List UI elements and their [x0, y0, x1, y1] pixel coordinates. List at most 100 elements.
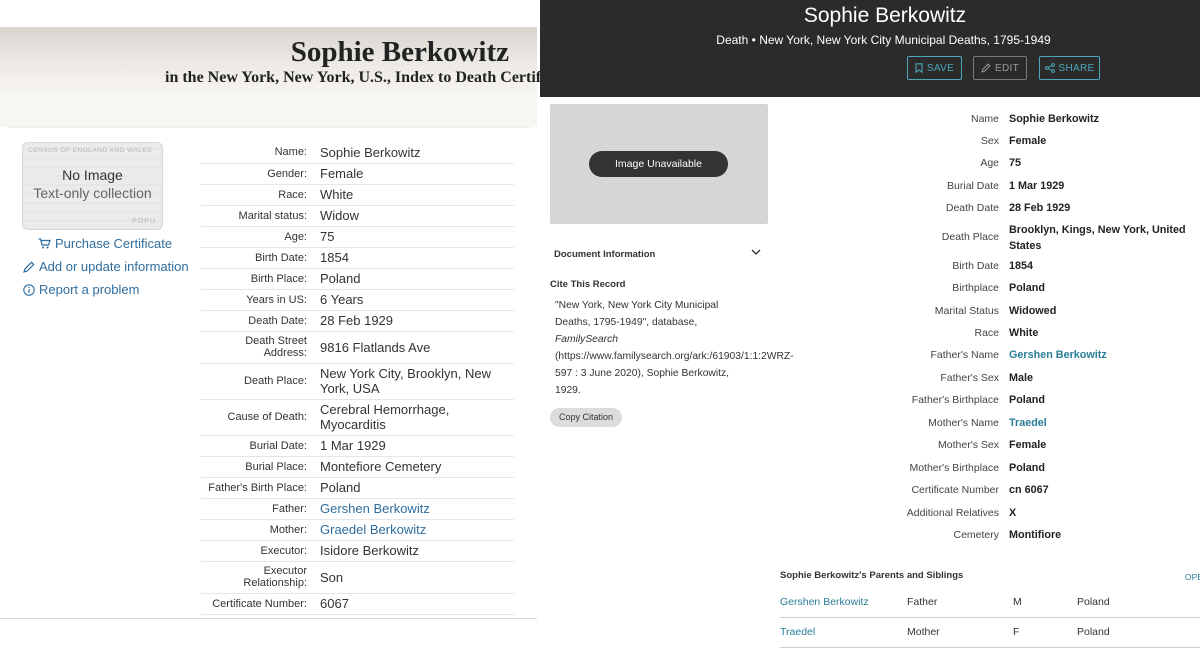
share-button[interactable]: SHARE — [1039, 56, 1100, 80]
field-label: Death Place: — [201, 363, 320, 400]
field-label: Gender: — [201, 163, 320, 185]
save-button[interactable]: SAVE — [907, 56, 962, 80]
sex: M — [1013, 596, 1022, 608]
thumbnail-ghost-text-bottom: POPU — [132, 218, 156, 225]
record-row: Birth Date: 1854 — [201, 247, 514, 269]
field-value: 9816 Flatlands Ave — [320, 331, 514, 364]
field-label: Death Street Address: — [201, 331, 320, 364]
field-value: 1854 — [1009, 260, 1034, 272]
field-value: 75 — [1009, 157, 1022, 169]
text-only-label: Text-only collection — [33, 185, 152, 201]
field-label: Mother's Birthplace — [909, 462, 999, 474]
field-value: Female — [320, 163, 514, 185]
field-label: Race — [974, 327, 999, 339]
relative-row: Traedel Mother F Poland — [780, 618, 1200, 648]
edit-button[interactable]: EDIT — [973, 56, 1027, 80]
field-value: Female — [1009, 439, 1047, 451]
field-label: Certificate Number: — [201, 593, 320, 615]
field-label: Mother's Name — [928, 417, 999, 429]
field-label: Name — [970, 113, 999, 125]
birthplace: Poland — [1077, 626, 1110, 638]
field-label: Father: — [201, 498, 320, 520]
familysearch-record-panel: Sophie Berkowitz Death • New York, New Y… — [540, 0, 1200, 653]
record-image-thumbnail[interactable]: CENSUS OF ENGLAND AND WALES No Image Tex… — [22, 142, 163, 230]
field-value: Sophie Berkowitz — [1009, 113, 1099, 125]
record-row: Father's Birth Place: Poland — [201, 477, 514, 499]
record-row: Name: Sophie Berkowitz — [201, 142, 514, 164]
record-header-bar: Sophie Berkowitz Death • New York, New Y… — [540, 0, 1200, 97]
field-label: Additional Relatives — [906, 507, 999, 519]
pencil-icon — [23, 260, 35, 273]
relative-name-link[interactable]: Gershen Berkowitz — [780, 596, 869, 608]
field-label: Years in US: — [201, 289, 320, 311]
field-value: 6 Years — [320, 289, 514, 311]
record-row: Burial Place: Montefiore Cemetery — [201, 456, 514, 478]
field-value: Cerebral Hemorrhage, Myocarditis — [320, 399, 514, 436]
document-information-toggle[interactable]: Document Information — [554, 249, 655, 260]
field-label: Death Place — [941, 231, 999, 243]
open-all-link[interactable]: OPE — [1185, 572, 1200, 582]
record-row: Executor: Isidore Berkowitz — [201, 540, 514, 562]
relative-link[interactable]: Traedel — [1009, 417, 1047, 429]
field-label: Father's Sex — [940, 372, 999, 384]
record-row: Race: White — [201, 184, 514, 206]
field-label: Father's Birthplace — [911, 394, 999, 406]
relationship: Mother — [907, 626, 940, 638]
field-value: Montifiore — [1009, 529, 1062, 541]
field-value: Son — [320, 561, 514, 594]
field-label: Age — [980, 157, 999, 169]
record-row: Father: Gershen Berkowitz — [201, 498, 514, 520]
field-label: Executor: — [201, 540, 320, 562]
record-header: Sophie Berkowitz in the New York, New Yo… — [0, 27, 540, 127]
record-row: Gender: Female — [201, 163, 514, 185]
field-value: 1 Mar 1929 — [1009, 180, 1065, 192]
relative-link[interactable]: Graedel Berkowitz — [320, 519, 514, 541]
field-label: Sex — [980, 135, 999, 147]
field-label: Cemetery — [953, 529, 999, 541]
field-value: Brooklyn, Kings, New York, United States — [1009, 224, 1186, 252]
record-row: Burial Date: 1 Mar 1929 — [201, 435, 514, 457]
field-value: X — [1009, 507, 1017, 519]
citation-source: FamilySearch — [555, 334, 618, 345]
field-value: New York City, Brooklyn, New York, USA — [320, 363, 514, 400]
citation-part1: "New York, New York City Municipal Death… — [555, 300, 719, 328]
relative-link[interactable]: Gershen Berkowitz — [1009, 349, 1107, 361]
divider — [0, 618, 537, 619]
field-value: Widow — [320, 205, 514, 227]
add-update-info-label: Add or update information — [39, 259, 189, 274]
record-row: Mother: Graedel Berkowitz — [201, 519, 514, 541]
field-value: cn 6067 — [1009, 484, 1049, 496]
purchase-certificate-link[interactable]: Purchase Certificate — [38, 236, 172, 251]
field-value: Poland — [320, 268, 514, 290]
field-value: Poland — [320, 477, 514, 499]
copy-citation-button[interactable]: Copy Citation — [550, 408, 622, 427]
cart-icon — [38, 238, 51, 249]
ancestry-record-panel: Sophie Berkowitz in the New York, New Yo… — [0, 0, 540, 653]
chevron-down-icon[interactable] — [751, 248, 761, 256]
field-value: Poland — [1009, 394, 1045, 406]
share-label: SHARE — [1058, 62, 1095, 74]
bookmark-icon — [915, 63, 923, 73]
relative-link[interactable]: Gershen Berkowitz — [320, 498, 514, 520]
no-image-label: No Image — [62, 167, 123, 183]
field-label: Birth Date — [952, 260, 999, 272]
field-label: Mother: — [201, 519, 320, 541]
field-label: Burial Date: — [201, 435, 320, 457]
relative-name-link[interactable]: Traedel — [780, 626, 815, 638]
sex: F — [1013, 626, 1020, 638]
report-problem-link[interactable]: Report a problem — [23, 282, 139, 297]
cite-record-heading: Cite This Record — [550, 279, 626, 290]
field-value: Male — [1009, 372, 1034, 384]
info-icon — [23, 283, 35, 296]
record-row: Certificate Number: 6067 — [201, 593, 514, 615]
pencil-icon — [981, 63, 991, 73]
field-label: Burial Date — [947, 180, 999, 192]
field-value: 6067 — [320, 593, 514, 615]
birthplace: Poland — [1077, 596, 1110, 608]
add-update-info-link[interactable]: Add or update information — [23, 259, 189, 274]
field-value: Isidore Berkowitz — [320, 540, 514, 562]
field-value: Poland — [1009, 462, 1045, 474]
person-name-title: Sophie Berkowitz — [803, 4, 967, 27]
field-label: Birth Place: — [201, 268, 320, 290]
save-label: SAVE — [926, 62, 955, 74]
